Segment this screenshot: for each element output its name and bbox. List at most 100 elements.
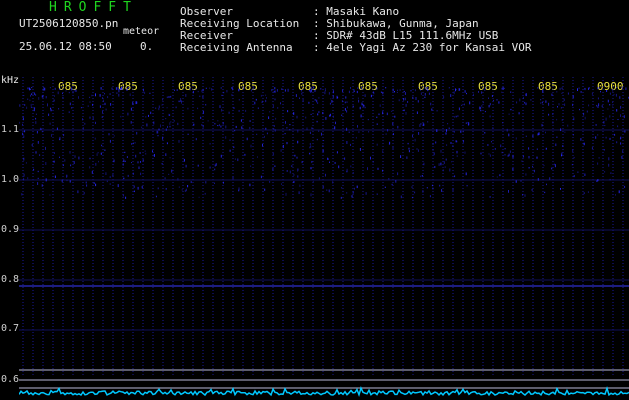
noise-speck — [23, 95, 25, 97]
noise-speck — [130, 121, 132, 124]
noise-speck — [165, 118, 167, 120]
noise-speck — [583, 142, 585, 146]
noise-speck — [615, 194, 616, 196]
noise-speck — [412, 134, 413, 137]
noise-speck — [455, 115, 457, 118]
noise-speck — [353, 90, 355, 93]
noise-speck — [445, 158, 447, 161]
noise-speck — [357, 125, 358, 128]
noise-speck — [567, 92, 569, 95]
noise-speck — [328, 189, 330, 193]
noise-speck — [329, 114, 330, 117]
noise-speck — [338, 165, 340, 169]
noise-speck — [376, 116, 378, 118]
noise-speck — [255, 98, 257, 101]
noise-speck — [532, 165, 533, 168]
noise-speck — [416, 148, 418, 150]
noise-speck — [214, 182, 215, 184]
noise-speck — [370, 156, 371, 160]
noise-speck — [314, 89, 316, 92]
noise-speck — [175, 106, 177, 109]
noise-speck — [525, 173, 527, 176]
noise-speck — [214, 168, 216, 171]
noise-speck — [510, 91, 512, 94]
noise-speck — [325, 117, 327, 120]
noise-speck — [365, 192, 367, 195]
noise-speck — [299, 97, 300, 99]
noise-speck — [165, 128, 167, 131]
noise-speck — [109, 176, 111, 178]
noise-speck — [452, 145, 454, 147]
noise-speck — [155, 195, 157, 198]
noise-speck — [190, 181, 192, 183]
noise-speck — [473, 93, 474, 97]
noise-speck — [609, 92, 611, 95]
noise-speck — [518, 112, 520, 115]
noise-speck — [350, 143, 351, 146]
noise-speck — [37, 170, 39, 173]
noise-speck — [363, 104, 365, 107]
noise-speck — [48, 113, 50, 116]
noise-speck — [340, 196, 342, 199]
noise-speck — [567, 124, 569, 127]
noise-speck — [489, 196, 491, 198]
noise-speck — [298, 191, 300, 195]
noise-speck — [41, 95, 43, 98]
noise-speck — [277, 107, 279, 109]
noise-speck — [95, 162, 97, 166]
noise-speck — [256, 133, 258, 136]
noise-speck — [423, 162, 425, 166]
noise-speck — [45, 178, 47, 182]
noise-speck — [408, 147, 410, 150]
noise-speck — [235, 125, 237, 129]
noise-speck — [501, 91, 503, 93]
noise-speck — [528, 147, 530, 150]
noise-speck — [82, 118, 83, 121]
noise-speck — [613, 93, 615, 96]
noise-speck — [376, 123, 378, 125]
noise-speck — [572, 103, 574, 107]
noise-speck — [89, 96, 91, 99]
noise-speck — [187, 107, 189, 110]
noise-speck — [169, 122, 171, 125]
noise-speck — [21, 193, 23, 196]
y-tick-label: 0.8 — [1, 274, 20, 285]
noise-speck — [506, 128, 508, 132]
noise-speck — [89, 157, 91, 160]
noise-speck — [272, 153, 274, 155]
noise-speck — [22, 132, 24, 136]
noise-speck — [217, 120, 219, 122]
noise-speck — [78, 96, 79, 99]
noise-speck — [187, 185, 189, 188]
noise-speck — [200, 116, 202, 119]
noise-speck — [308, 89, 310, 92]
noise-speck — [24, 130, 26, 133]
noise-speck — [348, 90, 350, 94]
noise-speck — [195, 88, 197, 90]
noise-speck — [238, 88, 240, 92]
noise-speck — [480, 152, 482, 155]
noise-speck — [217, 125, 219, 127]
y-tick-label: 0.7 — [1, 323, 20, 334]
noise-speck — [124, 160, 126, 163]
noise-speck — [332, 115, 334, 118]
noise-speck — [231, 93, 233, 97]
noise-speck — [64, 159, 66, 162]
noise-speck — [323, 140, 325, 142]
noise-speck — [82, 127, 84, 130]
noise-speck — [344, 101, 346, 104]
noise-speck — [552, 113, 554, 115]
noise-speck — [523, 96, 524, 100]
noise-speck — [359, 148, 361, 151]
noise-speck — [318, 111, 320, 113]
noise-speck — [237, 158, 239, 162]
noise-speck — [430, 102, 432, 106]
noise-speck — [596, 180, 598, 183]
noise-speck — [488, 105, 490, 108]
noise-speck — [395, 180, 397, 183]
noise-speck — [177, 122, 179, 126]
noise-speck — [379, 104, 381, 107]
noise-speck — [541, 102, 543, 104]
noise-speck — [580, 91, 582, 93]
noise-speck — [35, 117, 37, 120]
